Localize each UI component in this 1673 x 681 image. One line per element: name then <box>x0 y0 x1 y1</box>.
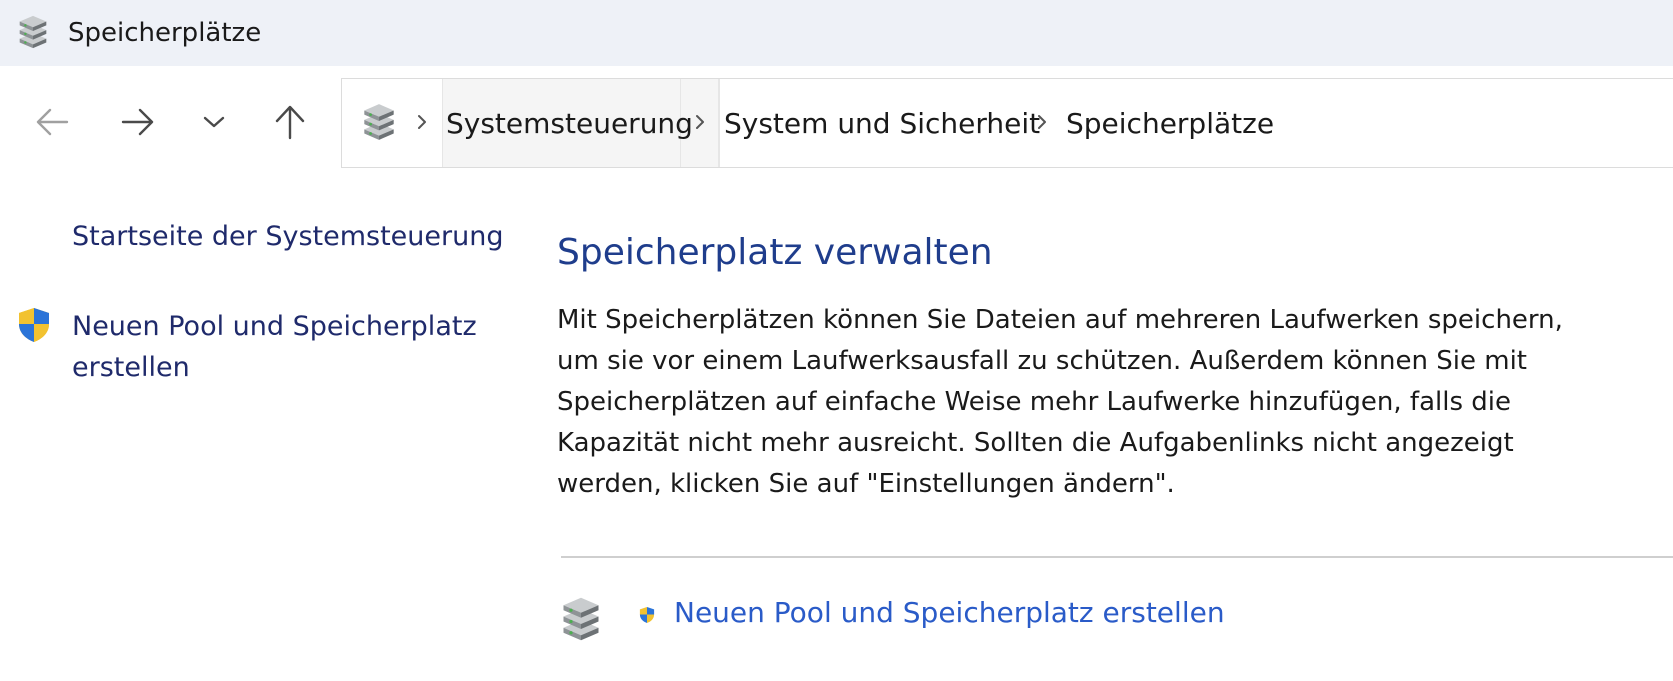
storage-spaces-icon[interactable] <box>358 101 400 143</box>
up-button[interactable] <box>262 94 318 150</box>
sidebar-item-create-pool[interactable]: Neuen Pool und Speicherplatz erstellen <box>72 306 492 388</box>
chevron-right-icon[interactable] <box>1034 109 1050 135</box>
chevron-right-icon[interactable] <box>414 109 430 135</box>
uac-shield-icon <box>19 308 49 342</box>
chevron-right-icon[interactable] <box>692 109 708 135</box>
sidebar-item-control-panel-home[interactable]: Startseite der Systemsteuerung <box>72 216 504 257</box>
window-title: Speicherplätze <box>68 18 262 48</box>
breadcrumb-item-speicherplaetze[interactable]: Speicherplätze <box>1066 107 1274 140</box>
address-bar[interactable]: Systemsteuerung System und Sicherheit Sp… <box>341 78 1673 168</box>
breadcrumb-item-systemsteuerung[interactable]: Systemsteuerung <box>446 107 693 140</box>
breadcrumb-item-system-und-sicherheit[interactable]: System und Sicherheit <box>724 107 1040 140</box>
storage-spaces-icon <box>563 597 599 641</box>
uac-shield-icon <box>639 606 655 624</box>
arrow-left-icon <box>36 108 69 136</box>
arrow-right-icon <box>121 108 154 136</box>
forward-button[interactable] <box>110 94 166 150</box>
page-title: Speicherplatz verwalten <box>557 232 993 273</box>
back-button[interactable] <box>24 94 80 150</box>
page-description: Mit Speicherplätzen können Sie Dateien a… <box>557 305 1563 499</box>
title-bar: Speicherplätze <box>0 0 1673 66</box>
storage-spaces-icon <box>19 15 47 49</box>
create-pool-task-link[interactable]: Neuen Pool und Speicherplatz erstellen <box>674 596 1225 629</box>
recent-locations-button[interactable] <box>186 94 242 150</box>
divider <box>561 556 1673 558</box>
chevron-down-icon <box>203 116 225 128</box>
arrow-up-icon <box>275 105 305 140</box>
